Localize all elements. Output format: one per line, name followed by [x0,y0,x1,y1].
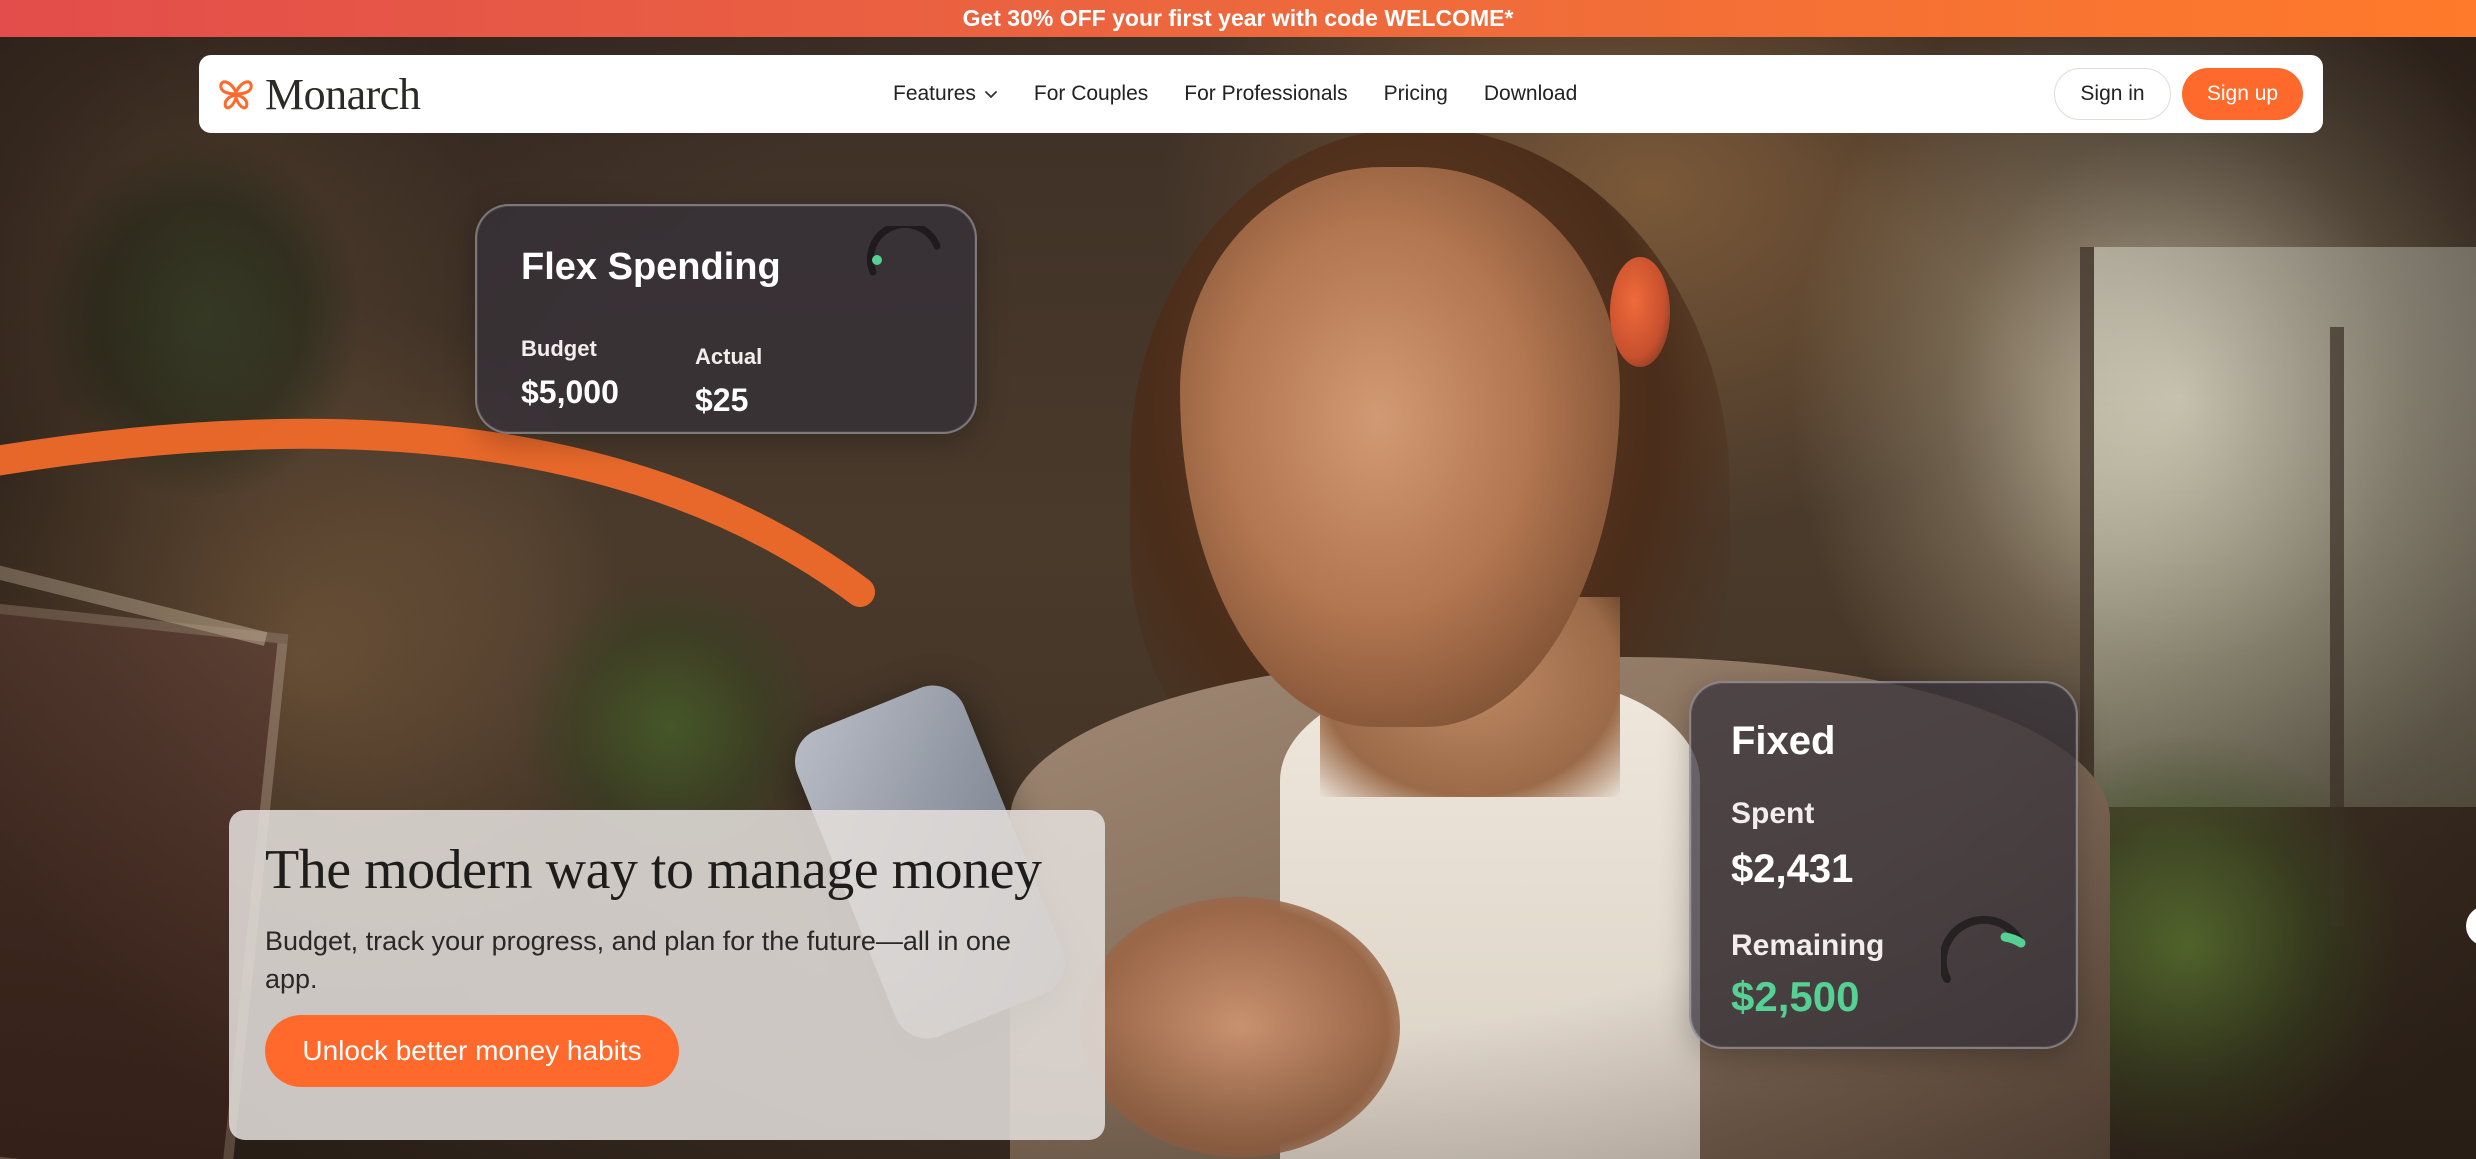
budget-label: Budget [521,336,597,361]
logo-wordmark: Monarch [265,69,421,119]
nav-item-for-professionals[interactable]: For Professionals [1184,82,1347,106]
nav-item-label: Download [1483,82,1578,105]
nav-item-label: Pricing [1383,82,1448,105]
nav-item-download[interactable]: Download [1484,82,1577,106]
person-hand [1080,897,1400,1157]
person-neck [1320,597,1620,797]
fixed-gauge-icon [1941,915,2026,983]
nav-item-for-couples[interactable]: For Couples [1034,82,1148,106]
main-navigation: Monarch Features For Couples For Profess… [199,55,2323,133]
sign-in-button[interactable]: Sign in [2054,68,2171,120]
promo-text: Get 30% OFF your first year with code WE… [962,5,1514,31]
sign-up-button[interactable]: Sign up [2182,68,2303,120]
remaining-value: $2,500 [1731,973,1860,1020]
chevron-down-icon [984,91,997,98]
background-plant-left [40,137,360,497]
nav-links: Features For Couples For Professionals P… [893,55,1613,133]
flex-gauge-icon [866,226,941,276]
nav-item-label: For Professionals [1184,82,1348,105]
background-window-mullion [2330,327,2344,927]
nav-item-features[interactable]: Features [893,82,998,106]
budget-value: $5,000 [521,374,619,410]
background-shelf [0,562,268,646]
hero-title: The modern way to manage money [265,839,1042,901]
person-ear [1610,257,1670,367]
fixed-title: Fixed [1731,719,1836,763]
logo-link[interactable]: Monarch [217,55,421,133]
nav-item-label: For Couples [1033,82,1149,105]
person-hair [1130,127,1730,827]
flex-spending-title: Flex Spending [521,246,781,288]
actual-value: $25 [695,382,749,418]
nav-item-pricing[interactable]: Pricing [1384,82,1448,106]
hero-subtitle: Budget, track your progress, and plan fo… [265,926,1011,994]
hero-copy-panel: The modern way to manage money Budget, t… [229,810,1105,1140]
actual-label: Actual [695,344,763,369]
spent-label: Spent [1731,797,1815,830]
nav-item-label: Features [893,82,976,105]
fixed-spending-card: Fixed Spent $2,431 Remaining $2,500 [1689,681,2078,1049]
promo-banner[interactable]: Get 30% OFF your first year with code WE… [0,0,2476,37]
background-window [2080,247,2476,807]
spent-value: $2,431 [1731,847,1854,891]
person-face [1180,167,1620,727]
butterfly-icon [219,80,253,110]
flex-spending-card: Flex Spending Budget $5,000 Actual $25 [475,204,977,434]
remaining-label: Remaining [1731,929,1885,962]
unlock-money-habits-button[interactable]: Unlock better money habits [265,1015,679,1087]
person-tshirt [1280,677,1700,1159]
